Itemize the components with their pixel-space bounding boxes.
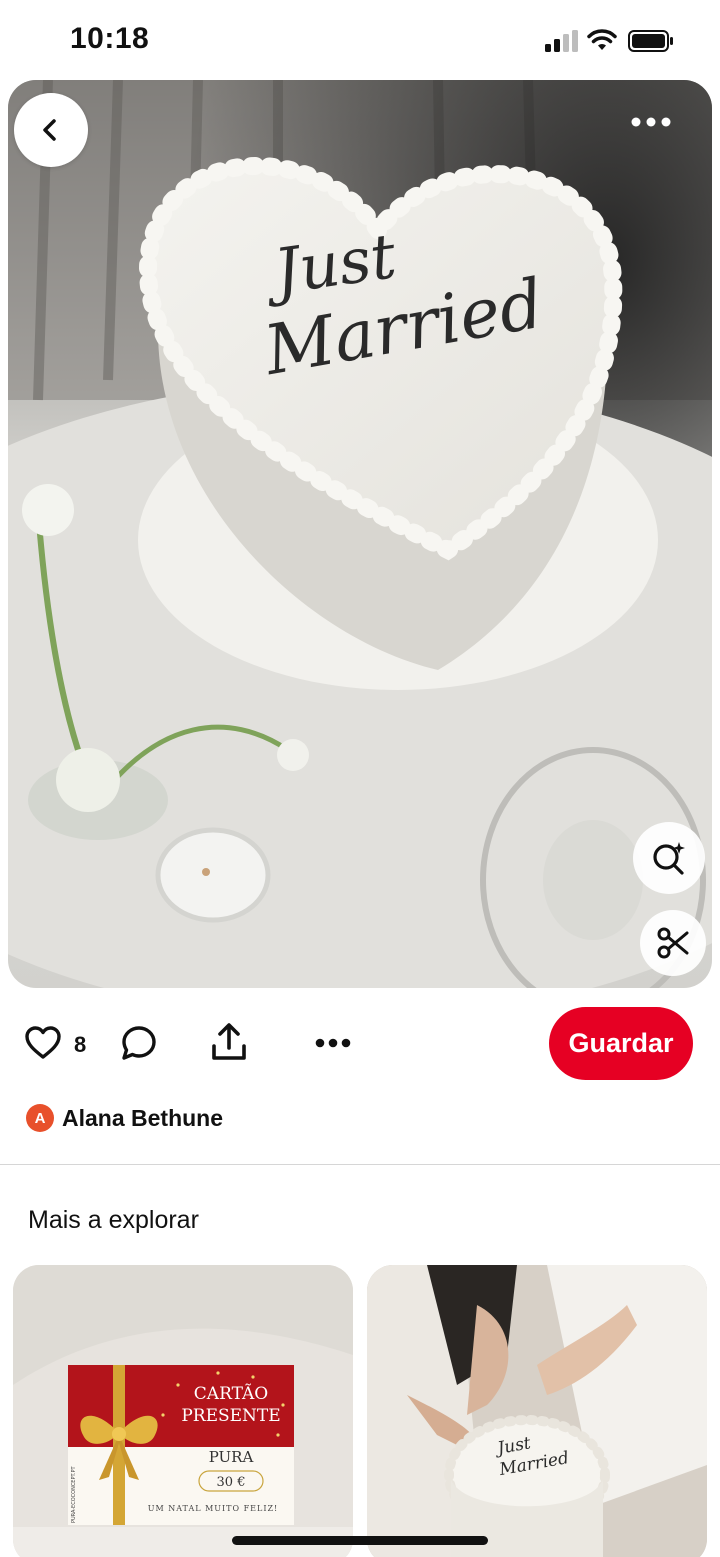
gift-card-side-text: PURA-ECOCONCEPT.PT — [71, 1465, 77, 1523]
author-row[interactable]: A Alana Bethune — [26, 1100, 223, 1136]
gift-card-brand: PURA — [209, 1448, 254, 1466]
avatar: A — [26, 1104, 54, 1132]
visual-search-icon — [653, 842, 685, 875]
explore-card[interactable]: CARTÃO PRESENTE PURA 30 € UM NATAL MUITO… — [13, 1265, 353, 1557]
author-name[interactable]: Alana Bethune — [62, 1105, 223, 1132]
visual-search-button[interactable] — [633, 822, 705, 894]
divider — [0, 1164, 720, 1165]
pin-image[interactable]: Just Married — [8, 80, 712, 988]
more-icon — [631, 117, 671, 127]
more-icon — [315, 1038, 351, 1048]
share-icon[interactable] — [210, 1022, 248, 1062]
gift-card-title-1: CARTÃO — [194, 1383, 268, 1404]
gift-card-price: 30 € — [217, 1475, 246, 1490]
pin-actions: 8 Guardar — [0, 1000, 720, 1086]
home-indicator — [232, 1536, 488, 1545]
heart-icon[interactable] — [24, 1024, 62, 1062]
explore-card[interactable]: Just Married — [367, 1265, 707, 1557]
status-time: 10:18 — [70, 22, 150, 55]
back-button[interactable] — [14, 93, 88, 167]
gift-card-footer: UM NATAL MUITO FELIZ! — [148, 1504, 279, 1513]
status-bar: 10:18 — [0, 0, 720, 80]
gift-card-title-2: PRESENTE — [181, 1406, 280, 1426]
battery-icon — [628, 30, 673, 52]
more-options-button[interactable] — [624, 100, 678, 144]
wifi-icon — [587, 29, 617, 50]
more-actions-button[interactable] — [312, 1024, 354, 1062]
scissors-icon — [657, 927, 689, 959]
comment-icon[interactable] — [120, 1024, 158, 1062]
like-count: 8 — [74, 1032, 87, 1057]
chevron-left-icon — [43, 119, 56, 141]
save-button[interactable]: Guardar — [549, 1007, 693, 1080]
cutout-button[interactable] — [640, 910, 706, 976]
signal-icon — [545, 30, 578, 52]
section-title: Mais a explorar — [28, 1206, 199, 1234]
